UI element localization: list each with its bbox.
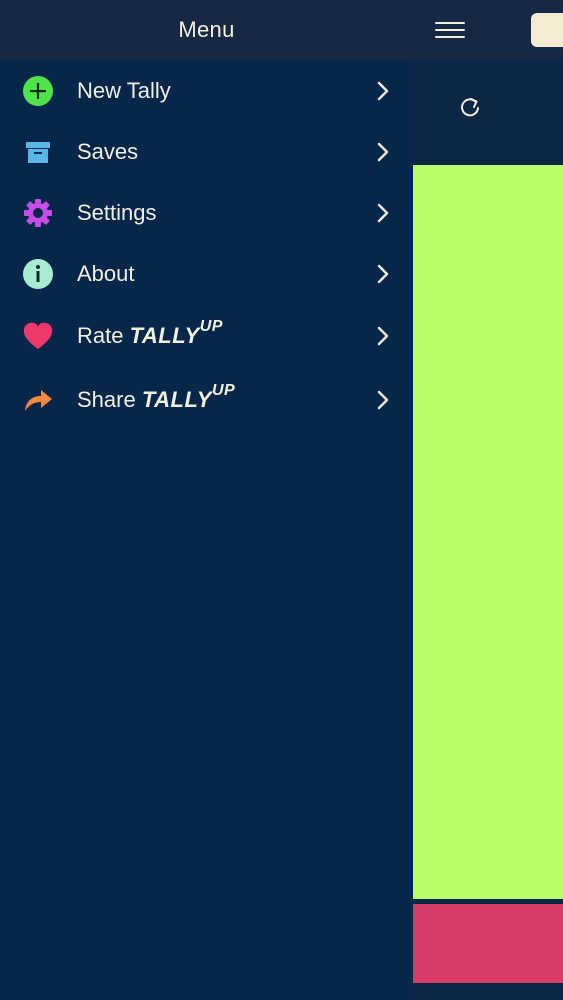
menu-item-label: New Tally	[77, 77, 171, 103]
chevron-right-icon	[377, 264, 389, 283]
chevron-right-icon	[377, 326, 389, 346]
brand-name: TALLYUP	[141, 381, 236, 412]
chevron-right-icon	[377, 203, 389, 222]
hamburger-icon[interactable]	[435, 18, 467, 42]
app-top-bar	[413, 0, 563, 60]
gear-icon	[24, 198, 52, 227]
drawer-header: Menu	[0, 0, 413, 60]
info-icon	[23, 258, 53, 289]
tally-app-main	[413, 0, 563, 1000]
menu-item-label: Saves	[77, 138, 139, 164]
archive-box-icon	[26, 141, 50, 163]
tally-counter-red[interactable]	[413, 904, 563, 983]
menu-item-label: Share TALLYUP	[77, 381, 236, 413]
menu-item-saves[interactable]: Saves	[0, 121, 413, 182]
refresh-icon[interactable]	[457, 94, 483, 120]
chevron-right-icon	[377, 390, 389, 410]
menu-item-about[interactable]: About	[0, 243, 413, 304]
plus-circle-icon	[23, 75, 53, 106]
side-drawer: Menu New Tally Saves Settings About Rate…	[0, 0, 413, 1000]
rate-text: Rate	[77, 323, 124, 348]
share-text: Share	[77, 387, 136, 412]
menu-item-rate[interactable]: Rate TALLYUP	[0, 304, 413, 368]
top-right-button[interactable]	[531, 13, 563, 47]
drawer-title: Menu	[178, 17, 235, 42]
menu-item-share[interactable]: Share TALLYUP	[0, 368, 413, 432]
menu-item-new-tally[interactable]: New Tally	[0, 60, 413, 121]
chevron-right-icon	[377, 142, 389, 161]
brand-name: TALLYUP	[129, 317, 223, 348]
tally-counter-green[interactable]	[413, 165, 563, 899]
menu-item-settings[interactable]: Settings	[0, 182, 413, 243]
heart-icon	[23, 322, 53, 349]
menu-item-label: Settings	[77, 199, 157, 225]
share-arrow-icon	[25, 390, 52, 411]
menu-list: New Tally Saves Settings About Rate TALL…	[0, 60, 413, 432]
screen: Menu New Tally Saves Settings About Rate…	[0, 0, 563, 1000]
chevron-right-icon	[377, 81, 389, 100]
menu-item-label: Rate TALLYUP	[77, 317, 223, 349]
menu-item-label: About	[77, 260, 135, 286]
